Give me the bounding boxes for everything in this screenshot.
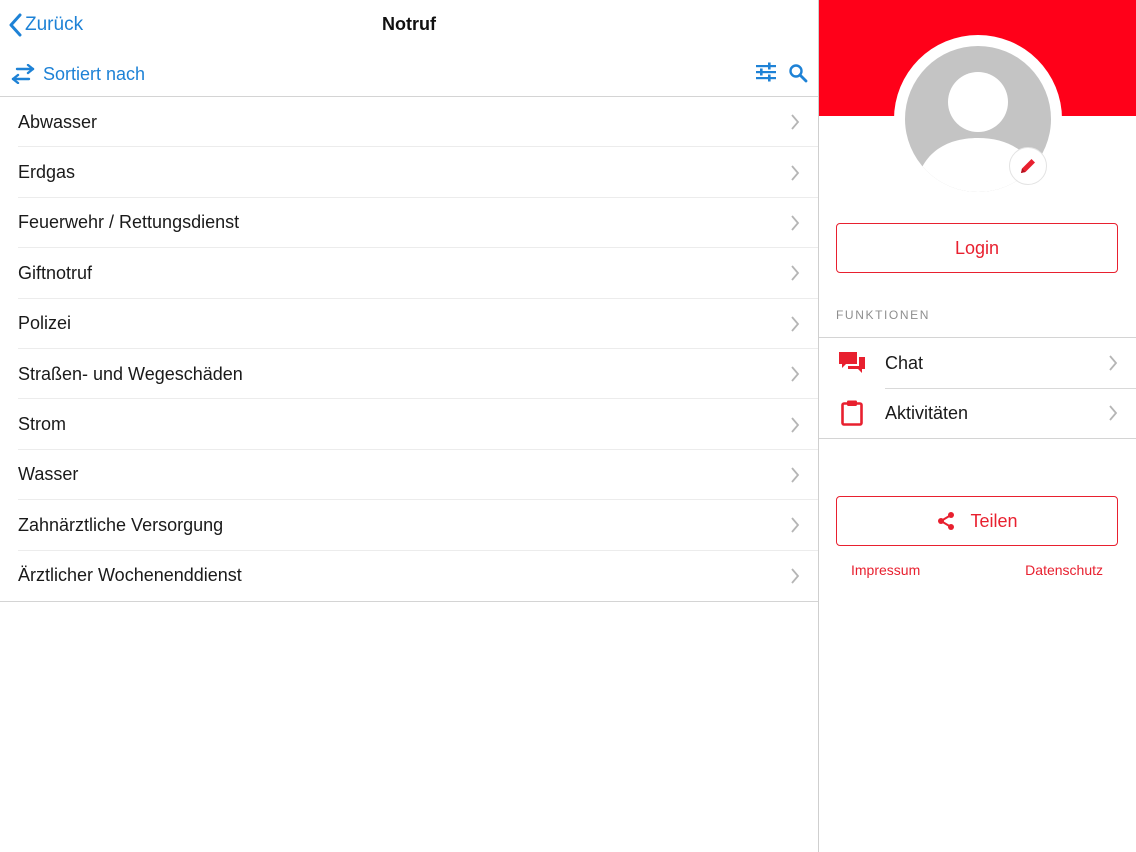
functions-list: Chat Aktivitäten [819, 337, 1136, 439]
chevron-right-icon [791, 517, 800, 533]
datenschutz-link[interactable]: Datenschutz [1025, 562, 1103, 578]
list-item-label: Erdgas [18, 162, 76, 183]
list-item[interactable]: Erdgas [0, 147, 818, 199]
list-item[interactable]: Strom [0, 399, 818, 451]
clipboard-icon [841, 400, 863, 426]
list-item[interactable]: Polizei [0, 299, 818, 350]
profile-side-panel: Login FUNKTIONEN Chat Aktivitäten Teilen… [819, 0, 1136, 852]
function-item-label: Aktivitäten [885, 402, 969, 423]
list-item-label: Abwasser [18, 111, 98, 132]
list-item-label: Straßen- und Wegeschäden [18, 363, 243, 384]
emergency-category-list: Abwasser Erdgas Feuerwehr / Rettungsdien… [0, 97, 818, 602]
chevron-right-icon [791, 265, 800, 281]
functions-section-label: FUNKTIONEN [836, 308, 930, 322]
function-item-activities[interactable]: Aktivitäten [819, 388, 1136, 438]
notruf-list-pane: Zurück Notruf Sortiert nach Abwasser Erd… [0, 0, 818, 852]
function-item-label: Chat [885, 352, 924, 373]
list-item[interactable]: Wasser [0, 450, 818, 501]
list-item-label: Zahnärztliche Versorgung [18, 514, 224, 535]
chevron-right-icon [1109, 355, 1118, 371]
sort-bar: Sortiert nach [0, 50, 818, 97]
list-item[interactable]: Feuerwehr / Rettungsdienst [0, 198, 818, 249]
impressum-link[interactable]: Impressum [851, 562, 920, 578]
page-title: Notruf [382, 14, 436, 34]
list-item[interactable]: Abwasser [0, 97, 818, 148]
list-item[interactable]: Zahnärztliche Versorgung [0, 500, 818, 551]
list-item[interactable]: Giftnotruf [0, 248, 818, 299]
edit-avatar-button[interactable] [1009, 147, 1047, 185]
swap-arrows-icon [11, 64, 35, 84]
list-item-label: Feuerwehr / Rettungsdienst [18, 212, 240, 233]
chevron-right-icon [791, 316, 800, 332]
filter-sliders-icon[interactable] [755, 61, 777, 83]
list-item-label: Ärztlicher Wochenenddienst [18, 565, 242, 586]
search-icon[interactable] [788, 63, 808, 83]
list-item[interactable]: Straßen- und Wegeschäden [0, 349, 818, 400]
sort-button[interactable]: Sortiert nach [11, 62, 145, 86]
chevron-right-icon [791, 416, 800, 433]
list-item-label: Polizei [18, 313, 72, 334]
chevron-right-icon [791, 568, 800, 584]
chat-icon [839, 352, 865, 373]
pencil-icon [1021, 159, 1035, 173]
share-button[interactable]: Teilen [836, 496, 1118, 546]
share-button-label: Teilen [970, 510, 1018, 531]
chevron-right-icon [791, 164, 800, 181]
chevron-right-icon [791, 366, 800, 382]
chevron-right-icon [791, 215, 800, 231]
chevron-right-icon [791, 114, 800, 130]
chevron-right-icon [791, 467, 800, 483]
list-item-label: Strom [18, 414, 67, 435]
list-item-label: Giftnotruf [18, 262, 93, 283]
sort-button-label: Sortiert nach [43, 63, 146, 84]
share-icon [938, 512, 955, 530]
list-item-label: Wasser [18, 464, 79, 485]
function-item-chat[interactable]: Chat [819, 338, 1136, 388]
login-button[interactable]: Login [836, 223, 1118, 273]
chevron-right-icon [1109, 405, 1118, 421]
navigation-bar: Zurück Notruf [0, 0, 818, 50]
list-item[interactable]: Ärztlicher Wochenenddienst [0, 551, 818, 601]
